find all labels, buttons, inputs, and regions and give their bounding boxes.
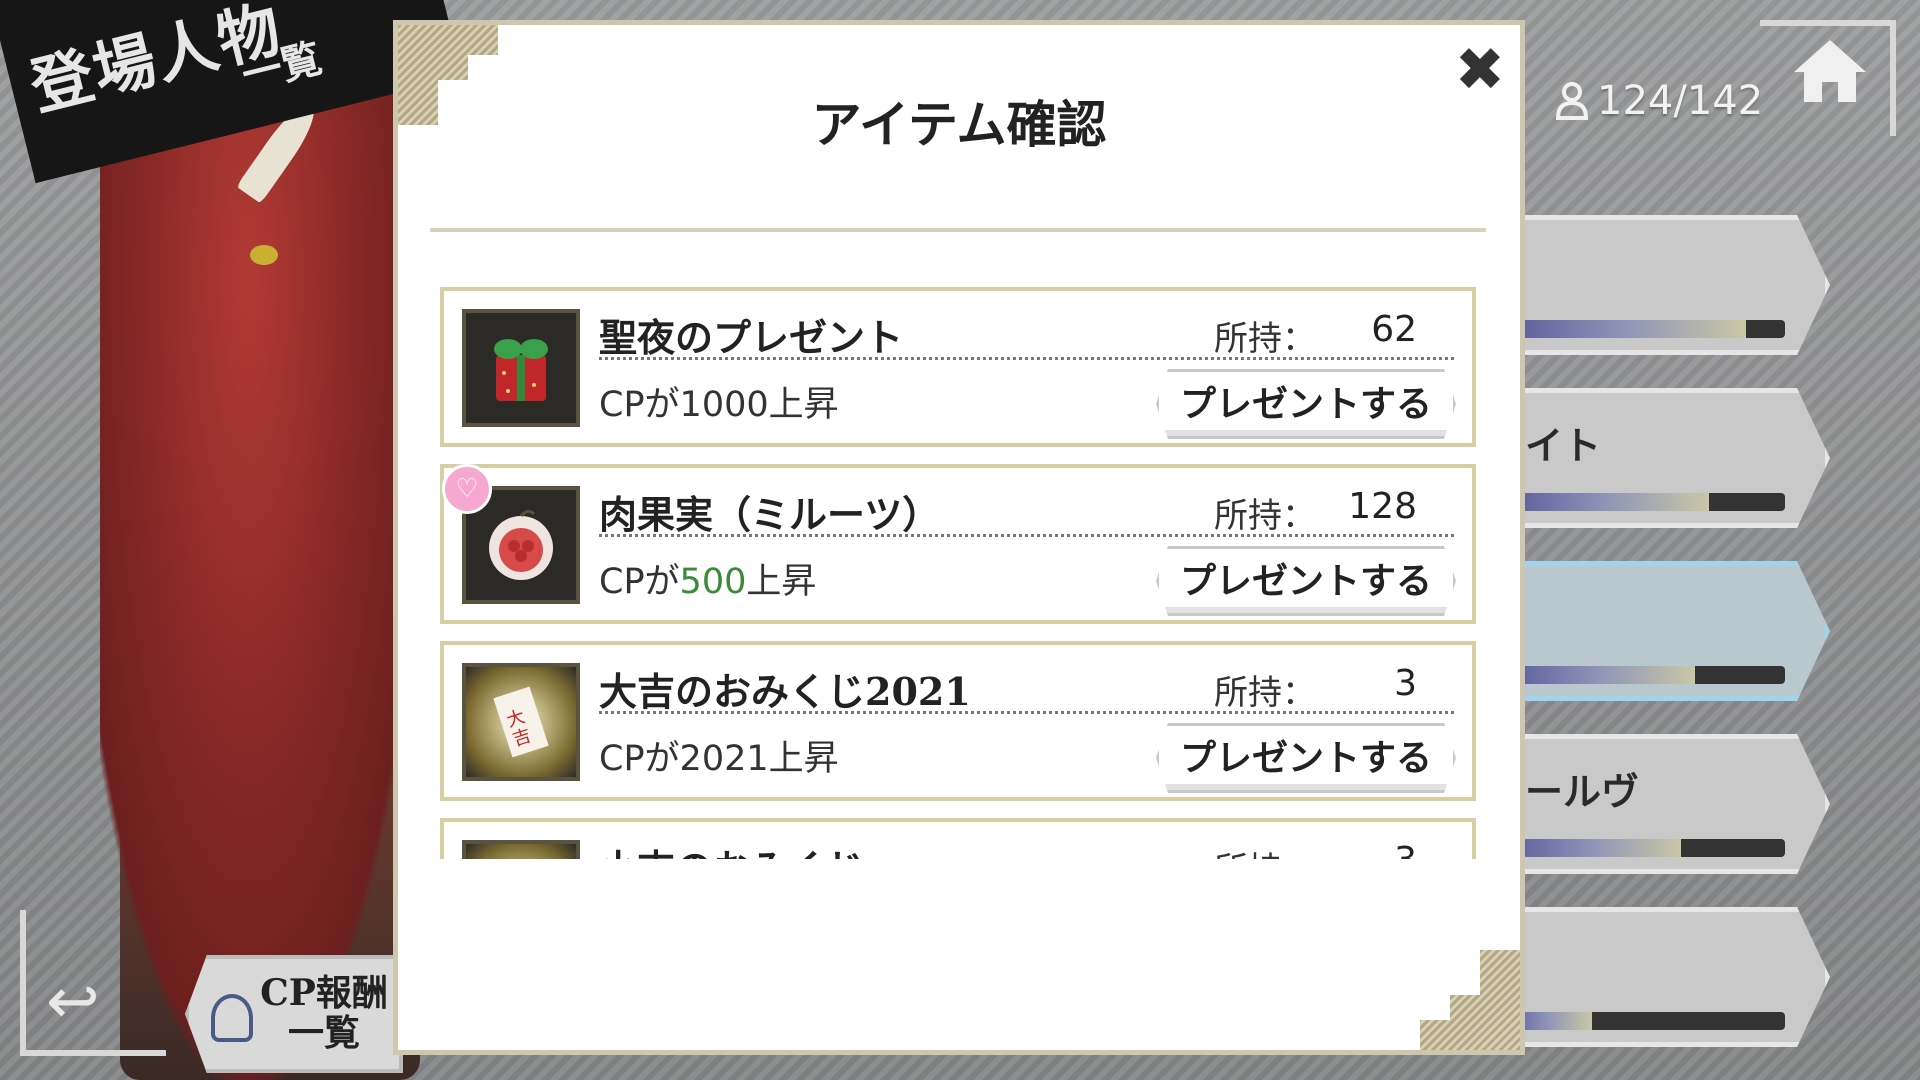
character-card-selected[interactable]	[1500, 561, 1830, 701]
cp-gauge-fill	[1505, 666, 1696, 684]
present-button[interactable]: プレゼントする	[1156, 369, 1456, 439]
present-button[interactable]: プレゼントする	[1156, 546, 1456, 616]
item-row: 大 吉 大吉のおみくじ2021 所持： 3 CPが2021上昇 プレゼントする	[440, 641, 1476, 801]
character-card[interactable]: ールヴ	[1500, 734, 1830, 874]
back-button[interactable]: ↩	[20, 910, 166, 1056]
back-arrow-icon: ↩	[46, 965, 100, 1039]
reward-icon	[211, 994, 253, 1042]
gift-box-icon	[462, 309, 580, 427]
cp-gauge	[1505, 666, 1785, 684]
omikuji-icon: 大 吉	[462, 663, 580, 781]
character-count-value: 124/142	[1597, 78, 1764, 124]
item-confirm-dialog: アイテム確認 ✖ 聖夜のプレゼント 所持： 62 CPが1000上昇 プレゼント…	[393, 20, 1525, 1055]
cp-gauge	[1505, 320, 1785, 338]
cp-gauge-fill	[1505, 320, 1746, 338]
owned-label: 所持：	[1214, 673, 1316, 713]
cp-gauge-fill	[1505, 493, 1710, 511]
character-card-name: イト	[1525, 424, 1602, 468]
present-button[interactable]: プレゼントする	[1156, 723, 1456, 793]
cp-gauge	[1505, 493, 1785, 511]
item-effect: CPが500上昇	[599, 562, 817, 602]
item-effect: CPが2021上昇	[599, 739, 839, 779]
owned-count: 128	[1348, 486, 1417, 527]
character-card-name: ールヴ	[1525, 770, 1640, 814]
close-icon: ✖	[1454, 35, 1505, 105]
owned-count: 62	[1371, 309, 1417, 350]
character-eye-art	[250, 245, 278, 265]
owned-label: 所持：	[1214, 842, 1316, 859]
home-button[interactable]	[1760, 20, 1896, 136]
item-row: 聖夜のプレゼント 所持： 62 CPが1000上昇 プレゼントする	[440, 287, 1476, 447]
cp-reward-label: CP報酬 一覧	[260, 972, 388, 1054]
cp-gauge-fill	[1505, 839, 1682, 857]
dialog-title: アイテム確認	[811, 95, 1107, 154]
owned-label: 所持：	[1214, 319, 1316, 359]
item-name: 大吉のおみくじ2021	[599, 669, 971, 714]
favorite-heart-icon: ♡	[442, 464, 492, 514]
person-icon	[1555, 82, 1589, 120]
character-card[interactable]	[1500, 215, 1830, 355]
character-card[interactable]: イト	[1500, 388, 1830, 528]
home-icon	[1794, 40, 1866, 102]
divider	[599, 711, 1454, 714]
owned-count: 3	[1394, 840, 1417, 859]
close-button[interactable]: ✖	[1455, 35, 1505, 105]
omikuji-small-icon	[462, 840, 580, 859]
item-name: 聖夜のプレゼント	[599, 315, 904, 360]
owned-label: 所持：	[1214, 496, 1316, 536]
item-effect: CPが1000上昇	[599, 385, 839, 425]
cp-gauge	[1505, 839, 1785, 857]
character-count: 124/142	[1555, 78, 1763, 124]
item-row: 小吉のおみくじ 所持： 3	[440, 818, 1476, 859]
character-card[interactable]	[1500, 907, 1830, 1047]
divider	[599, 357, 1454, 360]
corner-ornament	[1420, 950, 1520, 1050]
cp-gauge	[1505, 1012, 1785, 1030]
highlighted-value: 500	[679, 562, 747, 602]
item-row: ♡ 肉果実（ミルーツ） 所持： 128 CPが500上昇 プレゼントする	[440, 464, 1476, 624]
divider	[599, 534, 1454, 537]
item-name: 小吉のおみくじ	[599, 838, 865, 859]
cp-reward-list-button[interactable]: CP報酬 一覧	[185, 955, 403, 1073]
item-list[interactable]: 聖夜のプレゼント 所持： 62 CPが1000上昇 プレゼントする ♡ 肉果実（…	[430, 228, 1486, 859]
item-name: 肉果実（ミルーツ）	[599, 492, 941, 537]
owned-count: 3	[1394, 663, 1417, 704]
